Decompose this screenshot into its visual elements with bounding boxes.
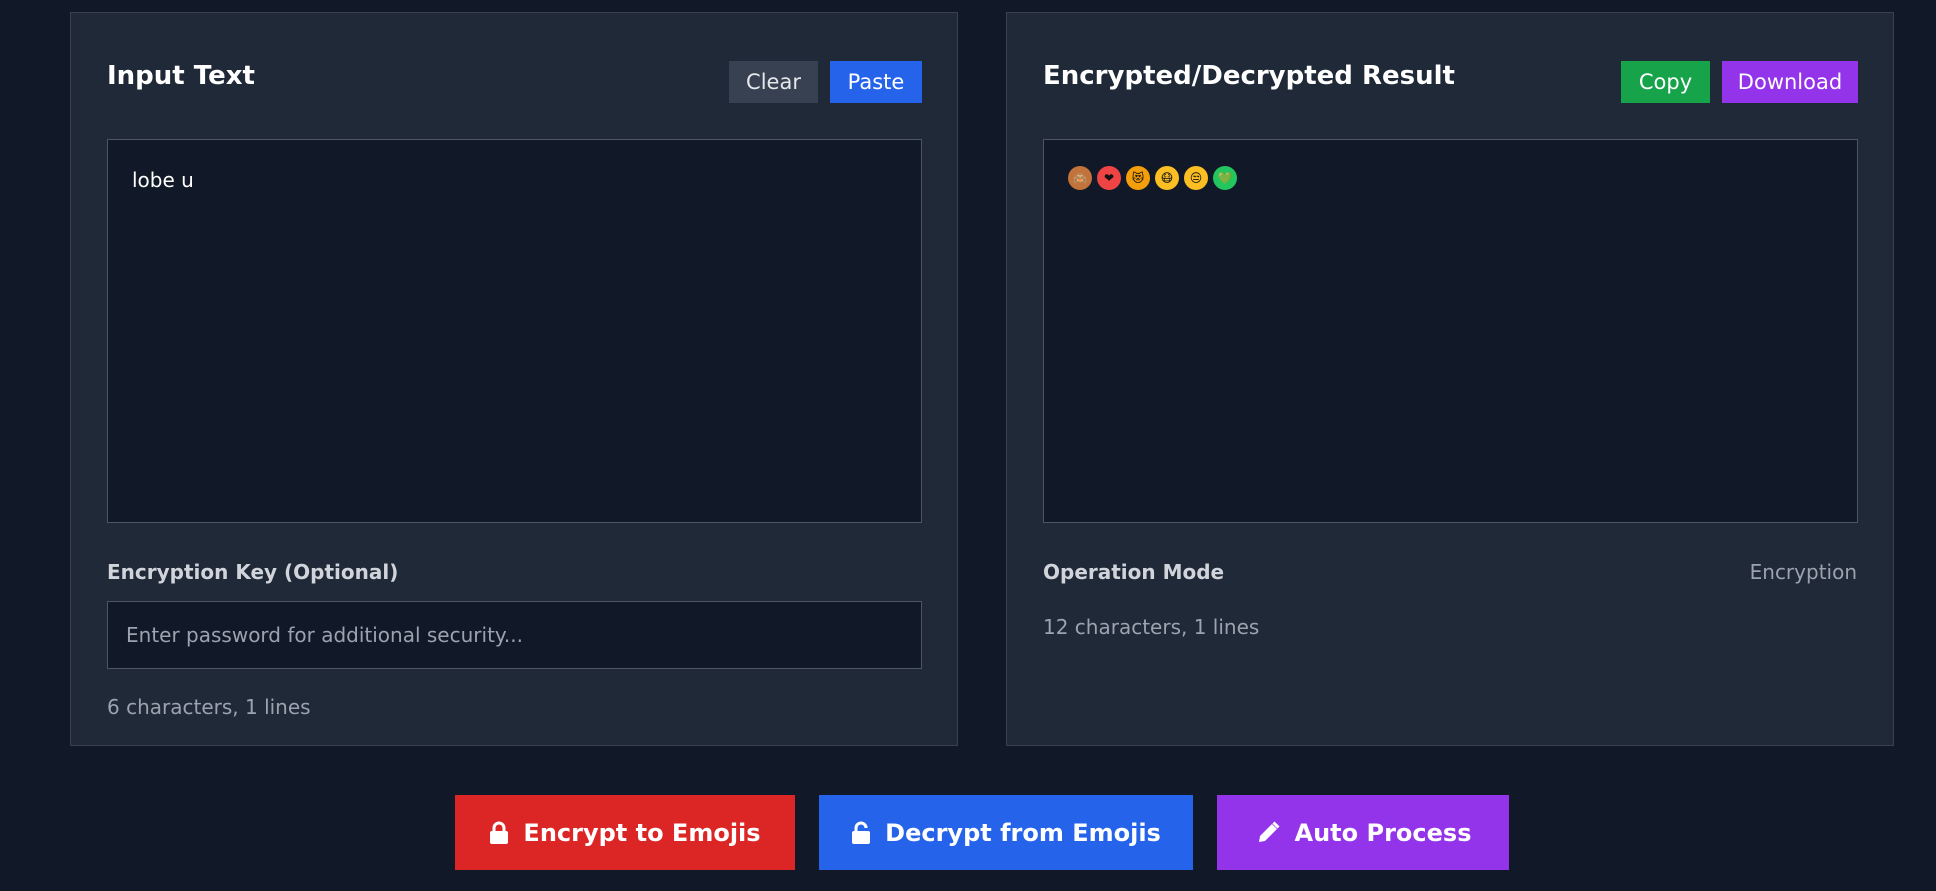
decrypt-button-label: Decrypt from Emojis: [885, 818, 1161, 847]
lock-icon: [489, 821, 509, 845]
operation-mode-label: Operation Mode: [1043, 560, 1225, 584]
decrypt-button[interactable]: Decrypt from Emojis: [819, 795, 1193, 870]
encryption-key-label: Encryption Key (Optional): [107, 560, 399, 584]
cat-heart-eyes-emoji-icon: 😻: [1126, 166, 1150, 190]
input-panel: Input Text Clear Paste lobe u Encryption…: [70, 12, 958, 746]
output-stats: 12 characters, 1 lines: [1043, 615, 1260, 639]
auto-process-button-label: Auto Process: [1294, 818, 1472, 847]
clear-button[interactable]: Clear: [729, 61, 818, 103]
input-panel-title: Input Text: [107, 61, 255, 91]
copy-button[interactable]: Copy: [1621, 61, 1710, 103]
operation-mode-value: Encryption: [1749, 560, 1857, 584]
green-heart-emoji-icon: 💚: [1213, 166, 1237, 190]
auto-process-button[interactable]: Auto Process: [1217, 795, 1509, 870]
input-textarea[interactable]: lobe u: [107, 139, 922, 523]
emoji-result: 🙈 ❤ 😻 😷 😒 💚: [1068, 166, 1237, 190]
output-panel-title: Encrypted/Decrypted Result: [1043, 61, 1455, 91]
encrypt-button[interactable]: Encrypt to Emojis: [455, 795, 795, 870]
paste-button[interactable]: Paste: [830, 61, 922, 103]
unlock-icon: [851, 821, 871, 845]
unamused-face-emoji-icon: 😒: [1184, 166, 1208, 190]
pencil-icon: [1255, 820, 1281, 846]
download-button[interactable]: Download: [1722, 61, 1858, 103]
input-stats: 6 characters, 1 lines: [107, 695, 311, 719]
input-text-value: lobe u: [132, 168, 194, 192]
heart-bandage-emoji-icon: ❤: [1097, 166, 1121, 190]
output-textarea[interactable]: 🙈 ❤ 😻 😷 😒 💚: [1043, 139, 1858, 523]
encrypt-button-label: Encrypt to Emojis: [523, 818, 761, 847]
encryption-key-input[interactable]: [107, 601, 922, 669]
output-panel: Encrypted/Decrypted Result Copy Download…: [1006, 12, 1894, 746]
monkey-emoji-icon: 🙈: [1068, 166, 1092, 190]
mask-face-emoji-icon: 😷: [1155, 166, 1179, 190]
